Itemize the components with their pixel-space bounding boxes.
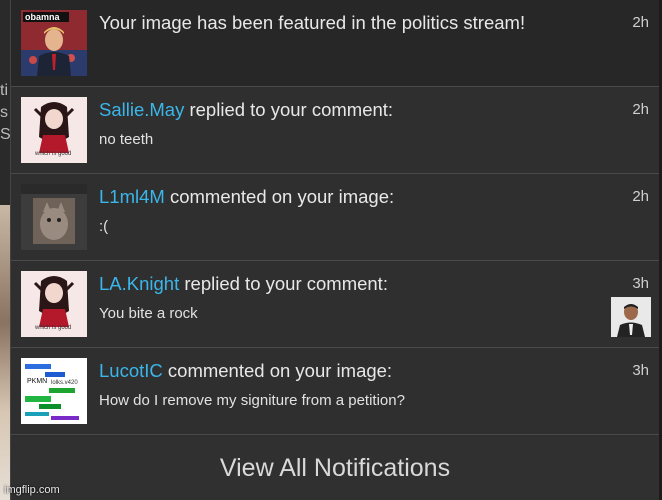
replier-avatar[interactable] <box>611 297 651 337</box>
notification-action-text: replied to your comment: <box>184 99 394 120</box>
notification-thumbnail[interactable]: which is good <box>21 97 87 163</box>
notification-time: 2h <box>632 101 649 118</box>
notification-username[interactable]: LucotIC <box>99 360 163 381</box>
notification-item-reply[interactable]: which is good LA.Knight replied to your … <box>11 261 659 348</box>
notification-action-text: commented on your image: <box>162 360 393 381</box>
notification-comment-text: You bite a rock <box>99 305 198 322</box>
signature-list-image-icon <box>21 358 87 424</box>
notification-headline: L1ml4M commented on your image: <box>99 186 394 208</box>
notifications-panel: obamna Your image has been featured in t… <box>10 0 659 500</box>
notification-comment-text: :( <box>99 218 109 235</box>
notification-thumbnail[interactable]: obamna <box>21 10 87 76</box>
thumbnail-text-pkmn: PKMN <box>27 378 48 385</box>
notification-username[interactable]: Sallie.May <box>99 99 184 120</box>
cat-image-icon <box>21 184 87 250</box>
notification-headline: Sallie.May replied to your comment: <box>99 99 393 121</box>
notification-item-featured[interactable]: obamna Your image has been featured in t… <box>11 0 659 87</box>
notification-thumbnail[interactable]: which is good <box>21 271 87 337</box>
imgflip-watermark: imgflip.com <box>4 484 60 496</box>
notification-thumbnail[interactable]: PKMN lolks.v420 <box>21 358 87 424</box>
thumbnail-caption: obamna <box>25 12 60 22</box>
background-page-photo <box>0 205 10 500</box>
notification-time: 2h <box>632 188 649 205</box>
background-page-text: ti s St <box>0 82 10 143</box>
notification-time: 2h <box>632 14 649 31</box>
notification-comment-text: How do I remove my signiture from a peti… <box>99 392 405 409</box>
notification-username[interactable]: LA.Knight <box>99 273 179 294</box>
view-all-notifications-button[interactable]: View All Notifications <box>11 436 659 500</box>
notification-comment-text: no teeth <box>99 131 154 148</box>
notification-item-comment[interactable]: PKMN lolks.v420 LucotIC commented on you… <box>11 348 659 435</box>
notification-action-text: replied to your comment: <box>179 273 388 294</box>
thumbnail-caption: which is good <box>35 151 72 157</box>
notification-time: 3h <box>632 275 649 292</box>
thumbnail-caption: which is good <box>35 325 72 331</box>
notification-item-comment[interactable]: L1ml4M commented on your image: :( 2h <box>11 174 659 261</box>
notification-headline: Your image has been featured in the poli… <box>99 12 526 33</box>
thumbnail-text-lolks: lolks.v420 <box>51 380 78 386</box>
notification-item-reply[interactable]: which is good Sallie.May replied to your… <box>11 87 659 174</box>
notification-thumbnail[interactable] <box>21 184 87 250</box>
notification-username[interactable]: L1ml4M <box>99 186 165 207</box>
notification-action-text: commented on your image: <box>164 186 395 207</box>
person-avatar-icon <box>611 297 651 337</box>
notification-headline: LA.Knight replied to your comment: <box>99 273 388 295</box>
notification-time: 3h <box>632 362 649 379</box>
notification-headline: LucotIC commented on your image: <box>99 360 392 382</box>
